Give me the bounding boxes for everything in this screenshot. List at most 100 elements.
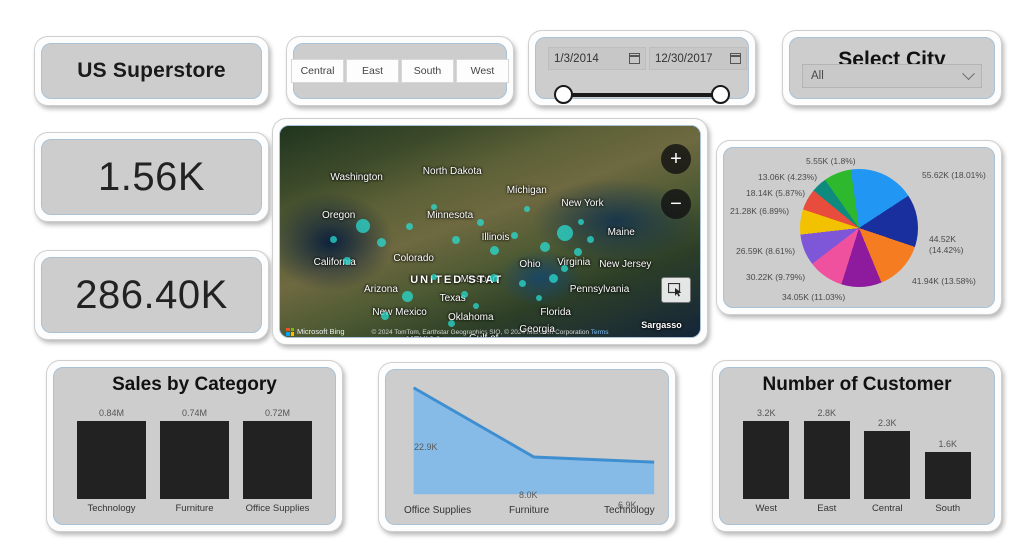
date-end-field[interactable]: 12/30/2017 [649, 47, 747, 70]
kpi-orders-inner: 1.56K [41, 139, 262, 215]
app-title-card: US Superstore [34, 36, 269, 106]
bar[interactable] [160, 421, 229, 499]
map-state-label: Washington [330, 172, 383, 184]
kpi-profit-inner: 286.40K [41, 257, 262, 333]
sales-by-category-card: Sales by Category 0.84M Technology 0.74M Fu… [46, 360, 343, 532]
bar-column[interactable]: 2.3K Central [864, 408, 911, 514]
calendar-icon[interactable] [730, 53, 741, 64]
map-data-bubble[interactable] [557, 225, 574, 242]
map-state-label: Minnesota [427, 210, 474, 222]
map-data-bubble[interactable] [473, 303, 480, 310]
map-state-label: Arizona [364, 284, 398, 296]
map-zoom-out-button[interactable]: − [661, 189, 691, 219]
date-start-field[interactable]: 1/3/2014 [548, 47, 646, 70]
bar-category-label: Office Supplies [245, 503, 310, 514]
region-tab-south[interactable]: South [401, 59, 454, 83]
map-state-label: MEXICO [406, 335, 442, 337]
bar[interactable] [864, 430, 911, 499]
date-end-value: 12/30/2017 [655, 52, 713, 65]
map-data-bubble[interactable] [548, 273, 558, 283]
area-category-label: Furniture [509, 505, 550, 516]
map-data-bubble[interactable] [452, 235, 461, 244]
map-data-bubble[interactable] [578, 218, 585, 225]
bar-value-label: 2.3K [877, 417, 897, 428]
map-card[interactable]: + − Microsoft Bing © 2024 TomTom, Earths… [272, 118, 708, 345]
bing-label: Microsoft Bing [297, 327, 345, 336]
map-data-bubble[interactable] [406, 223, 413, 231]
sales-by-category-title: Sales by Category [112, 374, 277, 395]
select-city-card: Select City All [782, 30, 1002, 106]
pie-slice-label: 34.05K (11.03%) [782, 292, 846, 302]
number-of-customer-title: Number of Customer [762, 374, 952, 395]
map-data-bubble[interactable] [490, 273, 498, 282]
bar-category-label: Furniture [175, 503, 214, 514]
calendar-icon[interactable] [629, 53, 640, 64]
bar-value-label: 3.2K [756, 408, 776, 418]
slider-handle-start[interactable] [554, 85, 573, 104]
map-data-bubble[interactable] [401, 290, 413, 302]
bar-column[interactable]: 1.6K South [924, 408, 971, 514]
pie-slice-label: 13.06K (4.23%) [758, 172, 818, 182]
map-data-bubble[interactable] [343, 256, 351, 265]
map-data-bubble[interactable] [460, 290, 468, 298]
pie-slice-label: 41.94K (13.58%) [912, 276, 976, 286]
pie-chart-card: 55.62K (18.01%) 44.52K (14.42%) 41.94K (13.… [716, 140, 1002, 315]
map-inner[interactable]: + − Microsoft Bing © 2024 TomTom, Earths… [279, 125, 701, 338]
map-select-tool-button[interactable] [661, 277, 691, 303]
map-data-bubble[interactable] [511, 231, 518, 239]
map-data-bubble[interactable] [523, 206, 530, 213]
kpi-orders-value: 1.56K [97, 154, 206, 199]
area-value-label: 8.0K [519, 490, 538, 500]
bar-column[interactable]: 0.72M Office Supplies [243, 408, 312, 514]
bar-column[interactable]: 3.2K West [743, 408, 790, 514]
bar-category-label: East [817, 503, 837, 514]
region-tab-central[interactable]: Central [291, 59, 344, 83]
region-tab-west[interactable]: West [456, 59, 509, 83]
bar[interactable] [743, 421, 790, 499]
pie-slice-label: 21.28K (6.89%) [730, 206, 790, 216]
plus-icon: + [670, 147, 682, 170]
slider-handle-end[interactable] [711, 85, 730, 104]
map-data-bubble[interactable] [519, 280, 527, 288]
region-filter-inner: Central East South West [291, 43, 509, 99]
map-data-bubble[interactable] [477, 218, 485, 226]
map-data-bubble[interactable] [536, 294, 543, 301]
bar[interactable] [77, 421, 146, 499]
map-data-bubble[interactable] [561, 265, 569, 273]
city-dropdown[interactable]: All [802, 64, 982, 88]
number-of-customer-card: Number of Customer 3.2K West 2.8K East 2.3K C… [712, 360, 1002, 532]
bar[interactable] [243, 421, 312, 499]
page-title: US Superstore [77, 59, 226, 82]
map-data-bubble[interactable] [330, 235, 338, 243]
map-data-bubble[interactable] [355, 218, 370, 233]
date-range-slider[interactable] [552, 84, 732, 106]
region-tabs: Central East South West [291, 59, 509, 83]
map-data-bubble[interactable] [376, 237, 386, 247]
map-state-label: North Dakota [422, 166, 482, 178]
map-data-bubble[interactable] [586, 235, 594, 243]
minus-icon: − [670, 192, 682, 215]
map-state-label: Michigan [506, 185, 547, 197]
region-tab-east[interactable]: East [346, 59, 399, 83]
map-data-bubble[interactable] [490, 246, 499, 256]
map-data-bubble[interactable] [540, 242, 551, 253]
area-value-label: 22.9K [414, 442, 438, 452]
bar[interactable] [803, 421, 850, 499]
bar-column[interactable]: 0.84M Technology [77, 408, 146, 514]
terms-link[interactable]: Terms [591, 329, 609, 336]
map-canvas[interactable]: + − Microsoft Bing © 2024 TomTom, Earths… [280, 126, 700, 337]
map-data-bubble[interactable] [431, 273, 438, 280]
map-zoom-in-button[interactable]: + [661, 144, 691, 174]
bar-category-label: West [755, 503, 777, 514]
pie-slice-label: 18.14K (5.87%) [746, 188, 806, 198]
bing-squares-icon [286, 327, 294, 336]
bar-column[interactable]: 2.8K East [803, 408, 850, 514]
bar-value-label: 0.74M [181, 408, 207, 418]
bar-column[interactable]: 0.74M Furniture [160, 408, 229, 514]
map-data-bubble[interactable] [574, 248, 582, 257]
region-filter-card: Central East South West [286, 36, 514, 106]
bar[interactable] [924, 451, 971, 499]
area-fill [413, 387, 655, 495]
pie-chart[interactable] [800, 168, 918, 287]
map-data-bubble[interactable] [380, 311, 389, 320]
